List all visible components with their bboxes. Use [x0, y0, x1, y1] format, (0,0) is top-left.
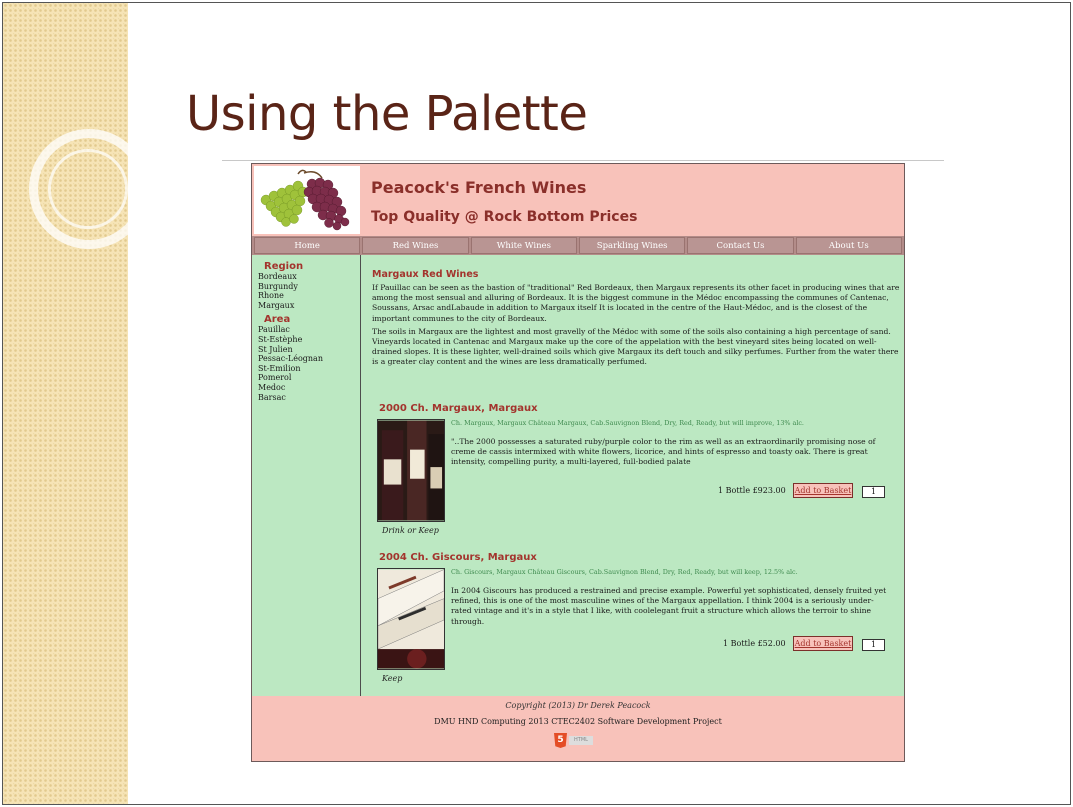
region-link[interactable]: Rhone [252, 291, 360, 301]
region-link[interactable]: Margaux [252, 301, 360, 311]
site-tagline: Top Quality @ Rock Bottom Prices [371, 209, 638, 225]
nav-about-us[interactable]: About Us [795, 237, 902, 254]
quantity-input[interactable]: 1 [862, 639, 885, 651]
add-to-basket-button[interactable]: Add to Basket [793, 636, 853, 651]
site-footer: Copyright (2013) Dr Derek Peacock DMU HN… [252, 696, 904, 761]
product-description: In 2004 Giscours has produced a restrain… [451, 586, 887, 626]
nav-contact-us[interactable]: Contact Us [687, 237, 794, 254]
product-caption: Drink or Keep [382, 526, 439, 535]
product-card: 2004 Ch. Giscours, Margaux Ch. Giscours,… [377, 552, 902, 692]
nav-white-wines[interactable]: White Wines [470, 237, 577, 254]
area-link[interactable]: St-Estèphe [252, 335, 360, 345]
html5-badge-label: HTML [569, 736, 593, 745]
main-heading: Margaux Red Wines [372, 269, 479, 280]
side-menu: Region Bordeaux Burgundy Rhone Margaux A… [252, 255, 361, 696]
site-nav: Home Red Wines White Wines Sparkling Win… [252, 236, 904, 255]
project-text: DMU HND Computing 2013 CTEC2402 Software… [434, 717, 722, 726]
intro-paragraph: If Pauillac can be seen as the bastion o… [372, 283, 900, 323]
product-price: 1 Bottle £923.00 [718, 486, 786, 495]
add-to-basket-button[interactable]: Add to Basket [793, 483, 853, 498]
product-title: 2004 Ch. Giscours, Margaux [379, 552, 537, 563]
area-link[interactable]: Medoc [252, 383, 360, 393]
product-title: 2000 Ch. Margaux, Margaux [379, 403, 538, 414]
site-header: Peacock's French Wines Top Quality @ Roc… [252, 164, 904, 236]
area-link[interactable]: St Julien [252, 345, 360, 355]
nav-sparkling-wines[interactable]: Sparkling Wines [578, 237, 686, 254]
area-link[interactable]: Pomerol [252, 373, 360, 383]
area-link[interactable]: Pauillac [252, 325, 360, 335]
html5-badge-icon: 5 [554, 733, 567, 748]
region-link[interactable]: Burgundy [252, 282, 360, 292]
copyright-text: Copyright (2013) Dr Derek Peacock [505, 701, 651, 710]
product-spec: Ch. Margaux, Margaux Château Margaux, Ca… [451, 419, 804, 427]
decorative-ring-inner [48, 149, 128, 229]
website-screenshot: Peacock's French Wines Top Quality @ Roc… [251, 163, 905, 762]
nav-red-wines[interactable]: Red Wines [362, 237, 469, 254]
region-link[interactable]: Bordeaux [252, 272, 360, 282]
grapes-logo-image [254, 166, 360, 234]
area-link[interactable]: Pessac-Léognan [252, 354, 360, 364]
wine-bottles-image [377, 419, 445, 522]
area-heading: Area [264, 314, 291, 326]
area-link[interactable]: St-Emilion [252, 364, 360, 374]
quantity-input[interactable]: 1 [862, 486, 885, 498]
product-price: 1 Bottle £52.00 [723, 639, 786, 648]
decorative-pattern-strip [3, 3, 128, 804]
nav-home[interactable]: Home [254, 237, 361, 254]
site-name: Peacock's French Wines [371, 178, 587, 197]
main-content: Margaux Red Wines If Pauillac can be see… [372, 260, 900, 368]
product-card: 2000 Ch. Margaux, Margaux Ch. Margaux, M… [377, 403, 902, 543]
product-description: "..The 2000 possesses a saturated ruby/p… [451, 437, 876, 467]
wine-bottles-image [377, 568, 445, 670]
soil-paragraph: The soils in Margaux are the lightest an… [372, 326, 899, 367]
product-spec: Ch. Giscours, Margaux Château Giscours, … [451, 568, 798, 576]
slide-title: Using the Palette [186, 86, 588, 142]
area-link[interactable]: Barsac [252, 393, 360, 403]
product-caption: Keep [382, 674, 403, 683]
title-divider [222, 160, 944, 161]
region-heading: Region [264, 261, 304, 272]
